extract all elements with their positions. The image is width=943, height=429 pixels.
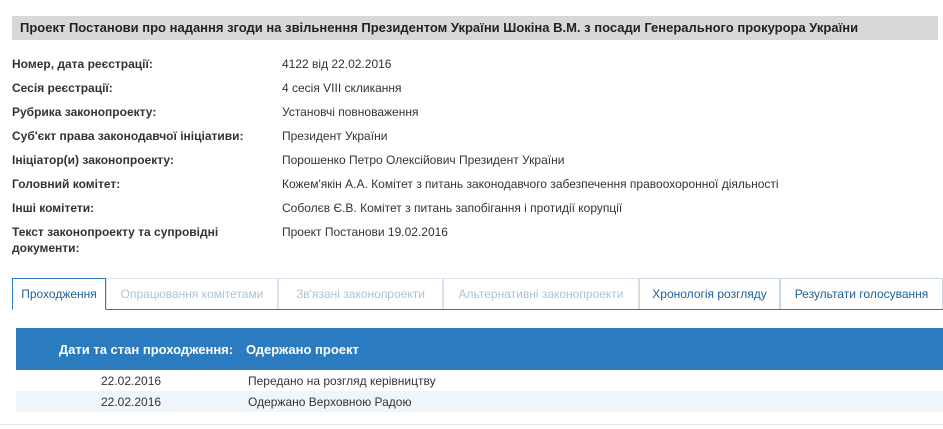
info-value: Порошенко Петро Олексійович Президент Ук…: [282, 153, 565, 167]
table-row: 22.02.2016 Одержано Верховною Радою: [16, 391, 943, 412]
row-text: Одержано Верховною Радою: [248, 394, 412, 409]
info-row-main-committee: Головний комітет: Кожем'якін А.А. Коміте…: [12, 176, 932, 192]
info-row-documents: Текст законопроекту та супровідні докуме…: [12, 224, 932, 256]
info-label: Суб'єкт права законодавчої ініціативи:: [12, 129, 244, 143]
header-status-label: Одержано проект: [246, 341, 359, 357]
info-value: Кожем'якін А.А. Комітет з питань законод…: [282, 177, 779, 191]
info-label: Номер, дата реєстрації:: [12, 57, 153, 71]
tab-bar: Проходження Опрацювання комітетами Зв'яз…: [12, 278, 943, 310]
info-row-initiator: Ініціатор(и) законопроекту: Порошенко Пе…: [12, 152, 932, 168]
info-row-rubric: Рубрика законопроекту: Установчі повнова…: [12, 104, 932, 120]
header-date-label: Дати та стан проходження:: [58, 341, 234, 357]
info-value: Соболєв Є.В. Комітет з питань запобіганн…: [282, 201, 623, 215]
row-text: Передано на розгляд керівництву: [248, 373, 436, 388]
info-label: Сесія реєстрації:: [12, 81, 113, 95]
bill-info: Номер, дата реєстрації: 4122 від 22.02.2…: [12, 56, 932, 264]
tab-voting-results[interactable]: Результати голосування: [780, 278, 943, 309]
info-label: Рубрика законопроекту:: [12, 105, 157, 119]
info-value[interactable]: Проект Постанови 19.02.2016: [282, 224, 932, 256]
info-row-session: Сесія реєстрації: 4 сесія VIII скликання: [12, 80, 932, 96]
row-date: 22.02.2016: [101, 394, 162, 409]
tab-passage[interactable]: Проходження: [12, 278, 106, 310]
bill-title: Проект Постанови про надання згоди на зв…: [12, 16, 938, 40]
info-row-other-committees: Інші комітети: Соболєв Є.В. Комітет з пи…: [12, 200, 932, 216]
table-header: Дати та стан проходження: Одержано проек…: [16, 328, 943, 370]
table-row: 22.02.2016 Передано на розгляд керівницт…: [16, 370, 943, 391]
passage-table: Дати та стан проходження: Одержано проек…: [16, 328, 943, 412]
info-label: Текст законопроекту та супровідні докуме…: [12, 225, 219, 255]
tab-related-bills[interactable]: Зв'язані законопроекти: [278, 278, 443, 309]
row-date: 22.02.2016: [101, 373, 162, 388]
info-value: 4122 від 22.02.2016: [282, 57, 392, 71]
bottom-divider: [0, 424, 943, 425]
info-row-number: Номер, дата реєстрації: 4122 від 22.02.2…: [12, 56, 932, 72]
tab-committee-processing[interactable]: Опрацювання комітетами: [106, 278, 278, 309]
info-label: Головний комітет:: [12, 177, 121, 191]
info-label: Ініціатор(и) законопроекту:: [12, 153, 174, 167]
info-value: Установчі повноваження: [282, 105, 419, 119]
tab-alternative-bills[interactable]: Альтернативні законопроекти: [443, 278, 639, 309]
info-row-subject: Суб'єкт права законодавчої ініціативи: П…: [12, 128, 932, 144]
info-label: Інші комітети:: [12, 201, 95, 215]
bill-page: Проект Постанови про надання згоди на зв…: [0, 0, 943, 429]
info-value: 4 сесія VIII скликання: [282, 81, 402, 95]
tab-chronology[interactable]: Хронологія розгляду: [639, 278, 780, 309]
info-value: Президент України: [282, 129, 388, 143]
